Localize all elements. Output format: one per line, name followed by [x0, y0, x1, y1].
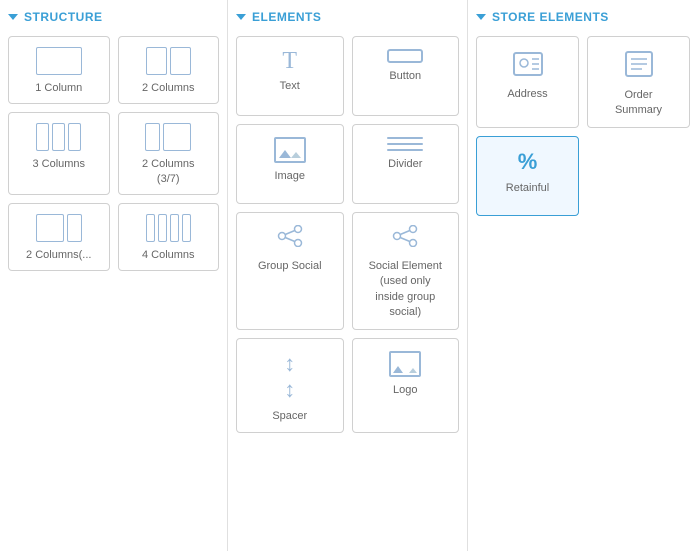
logo-label: Logo [393, 383, 417, 398]
store-collapse-icon[interactable] [476, 14, 486, 20]
structure-grid: 1 Column 2 Columns 3 Columns [8, 36, 219, 271]
elements-header: ELEMENTS [236, 10, 459, 24]
store-panel: STORE ELEMENTS Address [468, 0, 698, 551]
structure-panel: STRUCTURE 1 Column 2 Columns 3 Colum [0, 0, 228, 551]
2col-label: 2 Columns [142, 81, 195, 95]
elements-collapse-icon[interactable] [236, 14, 246, 20]
retainful-label: Retainful [506, 181, 549, 196]
3col-icon [36, 123, 81, 151]
structure-collapse-icon[interactable] [8, 14, 18, 20]
text-label: Text [280, 79, 300, 94]
element-button[interactable]: Button [352, 36, 460, 116]
structure-item-3col[interactable]: 3 Columns [8, 112, 110, 195]
4col-label: 4 Columns [142, 248, 195, 262]
element-spacer[interactable]: ↕ Spacer [236, 338, 344, 433]
structure-item-1col[interactable]: 1 Column [8, 36, 110, 104]
element-social[interactable]: Social Element(used onlyinside groupsoci… [352, 212, 460, 330]
structure-item-2col37[interactable]: 2 Columns(3/7) [118, 112, 220, 195]
image-icon [274, 137, 306, 163]
1col-label: 1 Column [35, 81, 82, 95]
address-label: Address [507, 87, 547, 102]
structure-item-2col[interactable]: 2 Columns [118, 36, 220, 104]
2col-left-label: 2 Columns(... [26, 248, 91, 262]
store-item-order-summary[interactable]: OrderSummary [587, 36, 690, 128]
element-logo[interactable]: Logo [352, 338, 460, 433]
2col37-label: 2 Columns(3/7) [142, 157, 195, 186]
store-item-address[interactable]: Address [476, 36, 579, 128]
store-grid: Address OrderSummary % Retainful [476, 36, 690, 216]
store-item-retainful[interactable]: % Retainful [476, 136, 579, 216]
image-label: Image [274, 169, 305, 184]
spacer-icon: ↕ [284, 351, 295, 403]
structure-item-2col-left[interactable]: 2 Columns(... [8, 203, 110, 271]
element-image[interactable]: Image [236, 124, 344, 204]
element-divider[interactable]: Divider [352, 124, 460, 204]
group-social-label: Group Social [258, 259, 322, 274]
divider-icon [387, 137, 423, 151]
button-icon [387, 49, 423, 63]
1col-icon [36, 47, 82, 75]
spacer-label: Spacer [272, 409, 307, 424]
elements-panel: ELEMENTS T Text Button Image Divider [228, 0, 468, 551]
structure-item-4col[interactable]: 4 Columns [118, 203, 220, 271]
social-element-icon [391, 225, 419, 253]
social-element-label: Social Element(used onlyinside groupsoci… [369, 259, 442, 321]
element-group-social[interactable]: Group Social [236, 212, 344, 330]
2col-icon [146, 47, 191, 75]
group-social-icon [276, 225, 304, 253]
divider-label: Divider [388, 157, 422, 172]
logo-icon [389, 351, 421, 377]
retainful-icon: % [518, 149, 538, 175]
2col-left-icon [36, 214, 82, 242]
elements-title: ELEMENTS [252, 10, 321, 24]
3col-label: 3 Columns [32, 157, 85, 171]
element-text[interactable]: T Text [236, 36, 344, 116]
structure-header: STRUCTURE [8, 10, 219, 24]
order-summary-label: OrderSummary [615, 88, 662, 119]
elements-grid: T Text Button Image Divider [236, 36, 459, 433]
store-title: STORE ELEMENTS [492, 10, 609, 24]
structure-title: STRUCTURE [24, 10, 103, 24]
store-header: STORE ELEMENTS [476, 10, 690, 24]
address-icon [512, 49, 544, 81]
2col37-icon [145, 123, 191, 151]
text-icon: T [282, 49, 297, 73]
button-label: Button [389, 69, 421, 84]
order-summary-icon [624, 49, 654, 82]
4col-icon [146, 214, 191, 242]
